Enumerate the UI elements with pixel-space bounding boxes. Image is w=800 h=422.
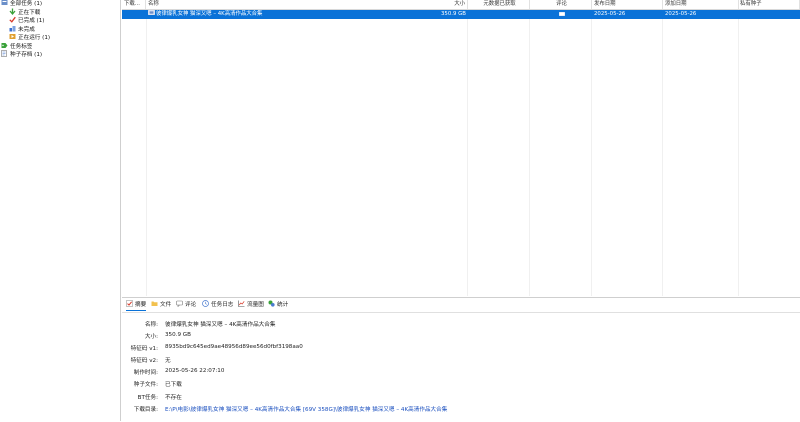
tab-summary[interactable]: 摘要 xyxy=(126,300,147,311)
sidebar: 全部任务 (1) 正在下载 已完成 (1) 未完成 正在运行 (1) 任务标签 … xyxy=(0,0,121,421)
download-dir-link[interactable]: E:\P\电影\彼律爆乳女神 猫深又嗯 – 4K高清作品大合集 [69V 358… xyxy=(165,405,447,413)
stats-icon xyxy=(268,300,275,307)
prop-value-name: 彼律爆乳女神 猫深又嗯 – 4K高清作品大合集 xyxy=(165,322,276,328)
column-header-download[interactable]: 下载... xyxy=(122,0,146,9)
prop-label-torrent-file: 种子文件: xyxy=(133,382,158,388)
column-header-private[interactable]: 私有种子 xyxy=(739,0,800,9)
prop-label-bt-task: BT任务: xyxy=(137,395,158,401)
row-download-state xyxy=(122,10,146,19)
row-name: 彼律爆乳女神 猫深又嗯 – 4K高清作品大合集 xyxy=(156,11,263,17)
sidebar-item-label: 任务标签 xyxy=(10,44,33,50)
sidebar-item-label: 种子存档 (1) xyxy=(10,52,43,58)
sidebar-item-label: 未完成 xyxy=(18,27,35,33)
row-metadata xyxy=(468,10,530,19)
summary-check-icon xyxy=(126,300,133,307)
tab-stats[interactable]: 统计 xyxy=(268,300,288,310)
prop-label-size: 大小: xyxy=(144,334,158,340)
prop-value-hash-v2: 无 xyxy=(165,358,171,364)
prop-value-size: 350.9 GB xyxy=(165,332,191,338)
sidebar-item-running[interactable]: 正在运行 (1) xyxy=(9,34,50,43)
row-added: 2025-05-26 xyxy=(665,11,697,17)
prop-value-torrent-file: 已下载 xyxy=(165,382,182,388)
tab-files[interactable]: 文件 xyxy=(151,300,171,310)
comment-icon xyxy=(176,300,183,307)
checkmark-icon xyxy=(9,16,16,23)
sidebar-item-label: 正在运行 (1) xyxy=(18,35,51,41)
row-size: 350.9 GB xyxy=(440,11,466,17)
log-icon xyxy=(202,300,209,307)
incomplete-icon xyxy=(9,25,16,32)
download-arrow-icon xyxy=(9,8,16,15)
torrent-list: 下载... 名称 大小 元数据已获取 评论 发布日期 添加日期 私有种子 彼律爆… xyxy=(122,0,800,296)
sidebar-item-all-tasks[interactable]: 全部任务 (1) xyxy=(1,0,42,9)
column-header-comment[interactable]: 评论 xyxy=(530,0,592,9)
row-private xyxy=(739,10,800,19)
details-panel: 摘要 文件 评论 任务日志 流量图 统计 名称: 彼律爆乳女神 猫深又嗯 – 4… xyxy=(122,297,800,422)
details-tabs: 摘要 文件 评论 任务日志 流量图 统计 xyxy=(122,298,800,313)
sidebar-item-archive[interactable]: 种子存档 (1) xyxy=(1,50,43,60)
archive-icon xyxy=(1,50,8,57)
prop-value-bt-task: 不存在 xyxy=(165,395,182,401)
files-icon xyxy=(151,300,158,307)
chart-icon xyxy=(238,300,245,307)
column-header-added[interactable]: 添加日期 xyxy=(663,0,739,9)
tab-task-log[interactable]: 任务日志 xyxy=(202,300,233,310)
all-tasks-icon xyxy=(1,0,8,6)
tab-comments[interactable]: 评论 xyxy=(176,300,196,310)
sidebar-item-label: 正在下载 xyxy=(18,10,41,16)
prop-label-hash-v2: 特征码 v2: xyxy=(130,358,158,364)
comment-icon xyxy=(559,11,565,16)
prop-label-name: 名称: xyxy=(144,322,158,328)
prop-label-download-dir: 下载目录: xyxy=(133,407,158,413)
list-header: 下载... 名称 大小 元数据已获取 评论 发布日期 添加日期 私有种子 xyxy=(122,0,800,10)
prop-value-created: 2025-05-26 22:07:10 xyxy=(165,368,225,374)
sidebar-item-label: 已完成 (1) xyxy=(18,18,45,24)
tag-icon xyxy=(1,42,8,49)
column-header-metadata[interactable]: 元数据已获取 xyxy=(468,0,530,9)
prop-label-hash-v1: 特征码 v1: xyxy=(130,346,158,352)
torrent-file-icon xyxy=(148,10,155,15)
row-comment xyxy=(530,10,592,19)
prop-label-created: 制作时间: xyxy=(133,370,158,376)
row-published: 2025-05-26 xyxy=(594,11,626,17)
row-name-cell: 彼律爆乳女神 猫深又嗯 – 4K高清作品大合集 xyxy=(146,10,396,19)
running-icon xyxy=(9,33,16,40)
table-row[interactable]: 彼律爆乳女神 猫深又嗯 – 4K高清作品大合集 350.9 GB 2025-05… xyxy=(122,10,800,19)
sidebar-item-label: 全部任务 (1) xyxy=(10,1,43,7)
prop-value-hash-v1: 8935bd9c645ed9ae48956d89ee56d0fbf3198aa0 xyxy=(165,344,303,350)
column-header-size[interactable]: 大小 xyxy=(392,0,468,9)
column-header-published[interactable]: 发布日期 xyxy=(592,0,663,9)
tab-traffic-chart[interactable]: 流量图 xyxy=(238,300,264,310)
